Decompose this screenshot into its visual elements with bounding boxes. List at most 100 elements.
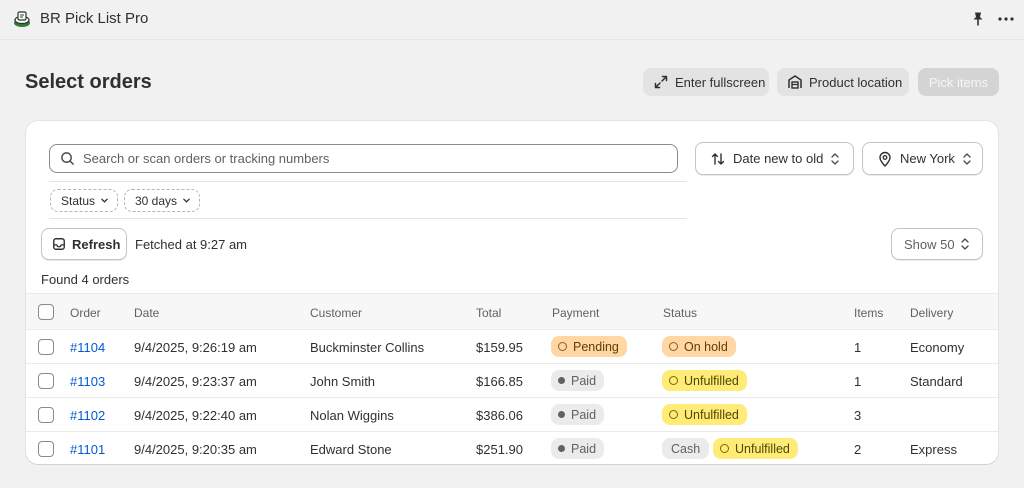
customer-name: Edward Stone xyxy=(310,442,392,457)
table-row[interactable]: #1103 9/4/2025, 9:23:37 am John Smith $1… xyxy=(26,364,998,398)
enter-fullscreen-button[interactable]: Enter fullscreen xyxy=(643,68,769,96)
status-badge: Unfulfilled xyxy=(662,370,747,391)
payment-method-tag-label: Cash xyxy=(671,441,701,456)
customer-name: John Smith xyxy=(310,374,376,389)
app-logo-icon xyxy=(14,11,30,27)
chevron-updown-icon xyxy=(963,152,971,165)
pick-items-button[interactable]: Pick items xyxy=(918,68,999,96)
chevron-down-icon xyxy=(183,198,190,203)
row-checkbox[interactable] xyxy=(38,407,54,423)
divider xyxy=(49,181,687,182)
order-link[interactable]: #1102 xyxy=(70,408,105,423)
chevron-down-icon xyxy=(101,198,108,203)
order-date: 9/4/2025, 9:26:19 am xyxy=(134,340,257,355)
column-header-date[interactable]: Date xyxy=(134,306,159,320)
status-filter-label: Status xyxy=(61,193,96,208)
order-link[interactable]: #1101 xyxy=(70,442,105,457)
payment-badge-label: Paid xyxy=(571,441,597,456)
app-title: BR Pick List Pro xyxy=(40,10,149,27)
more-horizontal-icon[interactable] xyxy=(997,11,1015,27)
column-header-delivery[interactable]: Delivery xyxy=(910,306,953,320)
inbox-icon xyxy=(53,238,65,250)
order-total: $166.85 xyxy=(476,374,523,389)
page-size-select[interactable]: Show 50 xyxy=(891,228,983,260)
payment-badge-label: Paid xyxy=(571,407,597,422)
customer-name: Nolan Wiggins xyxy=(310,408,394,423)
select-all-checkbox[interactable] xyxy=(38,304,54,320)
chevron-updown-icon xyxy=(831,152,839,165)
date-range-filter-chip[interactable]: 30 days xyxy=(124,189,200,212)
order-link[interactable]: #1103 xyxy=(70,374,105,389)
sort-select[interactable]: Date new to old xyxy=(695,142,854,175)
delivery-method: Economy xyxy=(910,340,965,355)
payment-badge: Pending xyxy=(551,336,627,357)
status-badge: Unfulfilled xyxy=(662,404,747,425)
item-count: 1 xyxy=(854,340,862,355)
order-date: 9/4/2025, 9:22:40 am xyxy=(134,408,257,423)
status-dot-icon xyxy=(558,411,565,418)
search-input[interactable] xyxy=(83,151,643,166)
page-title: Select orders xyxy=(25,71,152,93)
order-link[interactable]: #1104 xyxy=(70,340,105,355)
table-row[interactable]: #1104 9/4/2025, 9:26:19 am Buckminster C… xyxy=(26,330,998,364)
status-badge-label: On hold xyxy=(684,339,728,354)
order-total: $159.95 xyxy=(476,340,523,355)
payment-badge: Paid xyxy=(551,370,605,391)
payment-badge: Paid xyxy=(551,404,605,425)
orders-card: Date new to old New York Status 30 days xyxy=(26,121,998,464)
order-date: 9/4/2025, 9:23:37 am xyxy=(134,374,257,389)
order-total: $386.06 xyxy=(476,408,523,423)
item-count: 2 xyxy=(854,442,862,457)
status-dot-icon xyxy=(720,444,729,453)
column-header-customer[interactable]: Customer xyxy=(310,306,362,320)
pin-icon[interactable] xyxy=(970,11,986,27)
payment-badge-label: Paid xyxy=(571,373,597,388)
status-dot-icon xyxy=(558,445,565,452)
item-count: 3 xyxy=(854,408,862,423)
column-header-payment[interactable]: Payment xyxy=(552,306,599,320)
location-value: New York xyxy=(900,151,955,166)
product-location-button[interactable]: Product location xyxy=(777,68,909,96)
status-dot-icon xyxy=(669,410,678,419)
payment-badge-label: Pending xyxy=(573,339,619,354)
column-header-order[interactable]: Order xyxy=(70,306,101,320)
column-header-total[interactable]: Total xyxy=(476,306,501,320)
table-header: Order Date Customer Total Payment Status… xyxy=(26,293,998,330)
sort-value: Date new to old xyxy=(733,151,824,166)
row-checkbox[interactable] xyxy=(38,441,54,457)
status-dot-icon xyxy=(669,376,678,385)
column-header-items[interactable]: Items xyxy=(854,306,883,320)
page-size-value: Show 50 xyxy=(904,236,955,252)
order-total: $251.90 xyxy=(476,442,523,457)
pick-items-label: Pick items xyxy=(928,74,989,90)
customer-name: Buckminster Collins xyxy=(310,340,425,355)
status-badge: Unfulfilled xyxy=(713,438,798,459)
status-badge-label: Unfulfilled xyxy=(684,373,739,388)
row-checkbox[interactable] xyxy=(38,373,54,389)
column-header-status[interactable]: Status xyxy=(663,306,697,320)
search-icon xyxy=(61,152,74,165)
divider xyxy=(49,218,687,219)
status-badge-label: Unfulfilled xyxy=(684,407,739,422)
table-row[interactable]: #1101 9/4/2025, 9:20:35 am Edward Stone … xyxy=(26,432,998,464)
status-badge: On hold xyxy=(662,336,736,357)
status-filter-chip[interactable]: Status xyxy=(50,189,118,212)
results-count: Found 4 orders xyxy=(41,272,130,287)
refresh-label: Refresh xyxy=(72,236,121,252)
location-select[interactable]: New York xyxy=(862,142,983,175)
status-badge-label: Unfulfilled xyxy=(735,441,790,456)
order-date: 9/4/2025, 9:20:35 am xyxy=(134,442,257,457)
map-pin-icon xyxy=(879,151,891,167)
status-dot-icon xyxy=(669,342,678,351)
product-location-label: Product location xyxy=(809,74,903,90)
refresh-button[interactable]: Refresh xyxy=(41,228,127,260)
row-checkbox[interactable] xyxy=(38,339,54,355)
app-bar: BR Pick List Pro xyxy=(0,0,1024,40)
payment-method-tag: Cash xyxy=(662,438,710,459)
table-row[interactable]: #1102 9/4/2025, 9:22:40 am Nolan Wiggins… xyxy=(26,398,998,432)
fetched-time: Fetched at 9:27 am xyxy=(135,237,248,252)
search-field[interactable] xyxy=(49,144,678,173)
warehouse-icon xyxy=(788,75,802,89)
payment-badge: Paid xyxy=(551,438,605,459)
expand-icon xyxy=(654,75,668,89)
